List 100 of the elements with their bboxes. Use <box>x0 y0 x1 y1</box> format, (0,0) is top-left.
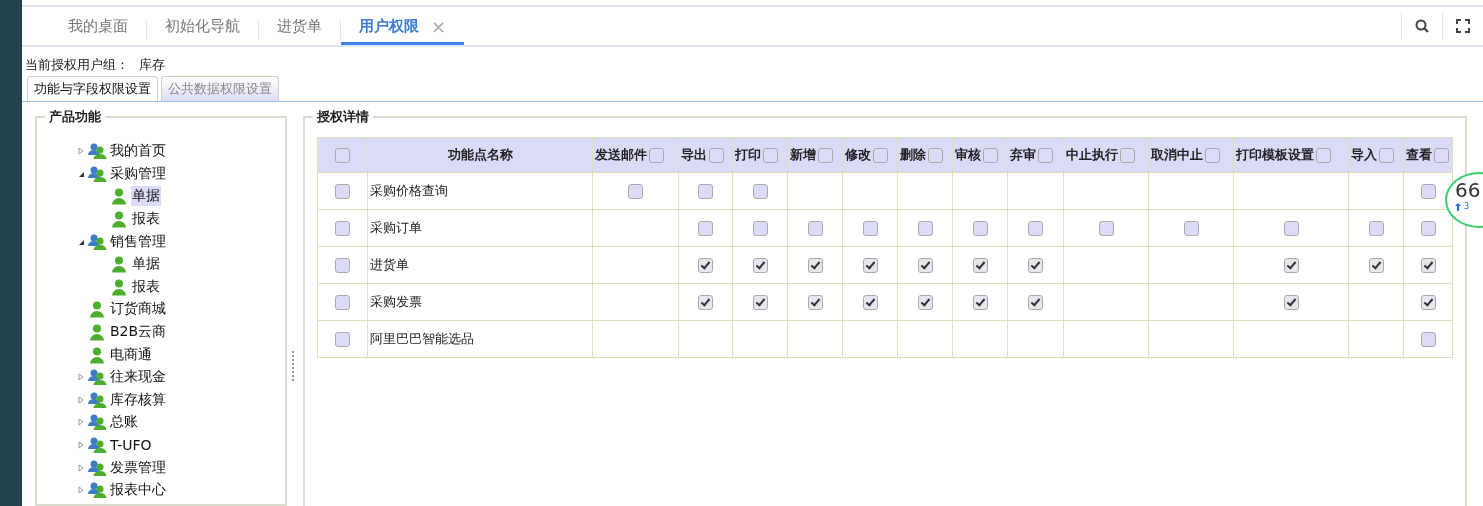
checkbox[interactable] <box>1316 147 1331 163</box>
checkbox[interactable] <box>1420 332 1436 347</box>
checkbox[interactable] <box>972 221 988 236</box>
column-header: 打印模板设置 <box>1236 146 1314 164</box>
tree-item[interactable]: 库存核算 <box>109 389 167 410</box>
function-name: 阿里巴巴智能选品 <box>367 320 593 358</box>
checkbox[interactable] <box>818 147 833 163</box>
checkbox[interactable] <box>752 258 768 273</box>
tree-item[interactable]: 单据 <box>131 254 161 275</box>
tree-item[interactable]: 总账 <box>109 412 139 433</box>
user-icon <box>109 210 129 229</box>
checkbox[interactable] <box>1205 147 1220 163</box>
collapsed-arrow-icon[interactable] <box>77 418 85 427</box>
collapsed-arrow-icon[interactable] <box>77 441 85 449</box>
checkbox[interactable] <box>862 258 878 273</box>
checkbox[interactable] <box>1038 147 1053 163</box>
column-header: 打印 <box>735 146 761 164</box>
checkbox[interactable] <box>1183 221 1199 236</box>
checkbox[interactable] <box>752 295 768 310</box>
checkbox[interactable] <box>1120 147 1135 163</box>
checkbox[interactable] <box>335 332 350 347</box>
checkbox[interactable] <box>807 221 823 236</box>
collapsed-arrow-icon[interactable] <box>77 147 85 156</box>
panel-title: 产品功能 <box>45 108 105 126</box>
checkbox[interactable] <box>1028 258 1043 273</box>
checkbox[interactable] <box>1283 221 1299 236</box>
tree-item[interactable]: 采购管理 <box>109 163 167 184</box>
checkbox[interactable] <box>698 221 713 236</box>
speed-badge[interactable]: 66 3 <box>1445 172 1483 228</box>
checkbox[interactable] <box>917 258 933 273</box>
collapsed-arrow-icon[interactable] <box>77 373 85 382</box>
user-group-icon <box>87 436 107 454</box>
checkbox[interactable] <box>649 147 664 163</box>
checkbox[interactable] <box>917 295 933 310</box>
checkbox[interactable] <box>1420 295 1436 310</box>
checkbox[interactable] <box>1028 221 1043 236</box>
checkbox[interactable] <box>628 184 643 199</box>
tree-item[interactable]: T-UFO <box>109 436 153 454</box>
tree-item[interactable]: 报表中心 <box>109 480 167 501</box>
tab[interactable]: 初始化导航 <box>147 13 258 45</box>
user-icon <box>109 277 129 296</box>
collapsed-arrow-icon[interactable] <box>77 395 85 404</box>
search-icon[interactable] <box>1414 18 1430 34</box>
tree-item[interactable]: 发票管理 <box>109 457 167 478</box>
user-group-icon <box>87 481 107 500</box>
checkbox[interactable] <box>709 147 724 163</box>
checkbox[interactable] <box>1283 295 1299 310</box>
checkbox[interactable] <box>972 295 988 310</box>
checkbox[interactable] <box>862 221 878 236</box>
checkbox[interactable] <box>698 184 713 199</box>
checkbox[interactable] <box>1283 258 1299 273</box>
checkbox[interactable] <box>335 258 350 273</box>
checkbox[interactable] <box>1098 221 1114 236</box>
tab[interactable]: 我的桌面 <box>50 13 146 45</box>
checkbox[interactable] <box>1379 147 1394 163</box>
checkbox[interactable] <box>1368 258 1384 273</box>
tree-item[interactable]: 报表 <box>131 209 161 230</box>
checkbox[interactable] <box>335 184 350 199</box>
tab[interactable]: 功能与字段权限设置 <box>27 76 158 101</box>
user-icon <box>87 345 107 364</box>
collapsed-arrow-icon[interactable] <box>77 463 85 472</box>
splitter-handle[interactable] <box>292 351 297 381</box>
collapsed-arrow-icon[interactable] <box>77 486 85 495</box>
checkbox[interactable] <box>1420 221 1436 236</box>
checkbox[interactable] <box>862 295 878 310</box>
checkbox[interactable] <box>928 147 943 163</box>
checkbox[interactable] <box>763 147 778 163</box>
checkbox[interactable] <box>698 258 713 273</box>
checkbox[interactable] <box>873 147 888 163</box>
tree-item[interactable]: 往来现金 <box>109 367 167 388</box>
tree-item[interactable]: B2B云商 <box>109 322 168 343</box>
checkbox[interactable] <box>807 295 823 310</box>
checkbox[interactable] <box>335 221 350 236</box>
tree-item[interactable]: 订货商城 <box>109 299 167 320</box>
checkbox[interactable] <box>983 147 998 163</box>
checkbox[interactable] <box>1420 258 1436 273</box>
checkbox[interactable] <box>335 295 350 310</box>
tree-item[interactable]: 单据 <box>131 186 161 207</box>
checkbox[interactable] <box>917 221 933 236</box>
tab[interactable]: 进货单 <box>259 13 340 45</box>
checkbox[interactable] <box>698 295 713 310</box>
column-header: 弃审 <box>1010 146 1036 164</box>
checkbox[interactable] <box>972 258 988 273</box>
checkbox[interactable] <box>1434 147 1449 163</box>
checkbox[interactable] <box>1420 184 1436 199</box>
tree-item[interactable]: 销售管理 <box>109 231 167 252</box>
column-header: 功能点名称 <box>367 137 593 173</box>
user-group-value: 库存 <box>139 56 165 74</box>
checkbox[interactable] <box>752 184 768 199</box>
checkbox[interactable] <box>752 221 768 236</box>
tree-item[interactable]: 电商通 <box>109 344 153 365</box>
tab[interactable]: 用户权限 × <box>341 13 465 45</box>
tree-item[interactable]: 我的首页 <box>109 141 167 162</box>
tree-item[interactable]: 报表 <box>131 276 161 297</box>
fullscreen-icon[interactable] <box>1455 18 1471 34</box>
checkbox[interactable] <box>807 258 823 273</box>
checkbox[interactable] <box>335 148 350 163</box>
checkbox[interactable] <box>1028 295 1043 310</box>
column-header: 删除 <box>900 146 926 164</box>
checkbox[interactable] <box>1368 221 1384 236</box>
